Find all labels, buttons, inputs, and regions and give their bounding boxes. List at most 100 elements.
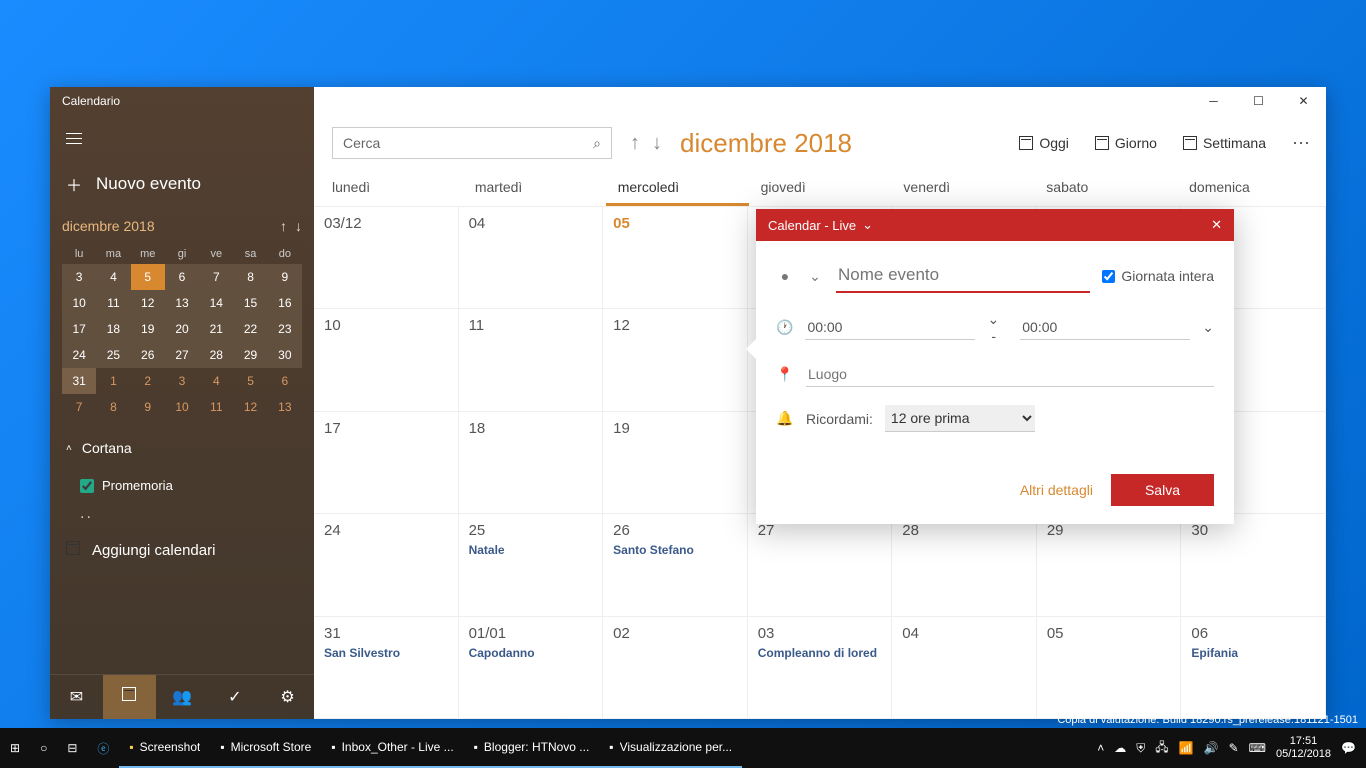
- tray-security-icon[interactable]: ⛨: [1136, 741, 1145, 756]
- mini-day[interactable]: 4: [96, 264, 130, 290]
- reminder-select[interactable]: 12 ore prima: [885, 405, 1035, 432]
- mini-day[interactable]: 8: [233, 264, 267, 290]
- end-time-input[interactable]: [1020, 315, 1190, 340]
- event-name-input[interactable]: [836, 259, 1090, 293]
- mini-day[interactable]: 9: [131, 394, 165, 420]
- mini-day[interactable]: 3: [62, 264, 96, 290]
- week-view-button[interactable]: Settimana: [1183, 135, 1266, 151]
- taskbar-item[interactable]: ▪Microsoft Store: [210, 728, 321, 768]
- mini-day[interactable]: 25: [96, 342, 130, 368]
- all-day-checkbox[interactable]: Giornata intera: [1102, 268, 1214, 284]
- notifications-icon[interactable]: 💬: [1341, 741, 1356, 755]
- mini-day[interactable]: 18: [96, 316, 130, 342]
- hamburger-icon[interactable]: [50, 117, 314, 160]
- calendar-cell[interactable]: 19: [603, 412, 748, 514]
- mini-cal-next-icon[interactable]: ↓: [295, 218, 302, 234]
- mini-day[interactable]: 12: [131, 290, 165, 316]
- mini-day[interactable]: 11: [96, 290, 130, 316]
- maximize-button[interactable]: ☐: [1236, 86, 1281, 116]
- settings-icon[interactable]: ⚙: [261, 675, 314, 719]
- calendar-cell[interactable]: 28: [892, 514, 1037, 616]
- mini-day[interactable]: 10: [165, 394, 199, 420]
- calendar-cell[interactable]: 04: [459, 207, 604, 309]
- mini-day[interactable]: 16: [268, 290, 302, 316]
- mini-day[interactable]: 17: [62, 316, 96, 342]
- calendar-cell[interactable]: 24: [314, 514, 459, 616]
- cortana-button[interactable]: ○: [30, 728, 57, 768]
- calendar-cell[interactable]: 30: [1181, 514, 1326, 616]
- day-view-button[interactable]: Giorno: [1095, 135, 1157, 151]
- mini-day[interactable]: 23: [268, 316, 302, 342]
- clock[interactable]: 17:51 05/12/2018: [1276, 735, 1331, 761]
- today-button[interactable]: Oggi: [1019, 135, 1069, 151]
- mail-icon[interactable]: ✉: [50, 675, 103, 719]
- mini-day[interactable]: 6: [268, 368, 302, 394]
- mini-day[interactable]: 30: [268, 342, 302, 368]
- search-input[interactable]: Cerca ⌕: [332, 127, 612, 159]
- calendar-cell[interactable]: 18: [459, 412, 604, 514]
- mini-day[interactable]: 27: [165, 342, 199, 368]
- calendar-cell[interactable]: 27: [748, 514, 893, 616]
- mini-day[interactable]: 8: [96, 394, 130, 420]
- calendar-cell[interactable]: 25Natale: [459, 514, 604, 616]
- mini-day[interactable]: 20: [165, 316, 199, 342]
- calendar-cell[interactable]: 06Epifania: [1181, 617, 1326, 719]
- calendar-cell[interactable]: 12: [603, 309, 748, 411]
- tray-network-icon[interactable]: 🖧: [1155, 738, 1168, 759]
- calendar-icon[interactable]: [103, 675, 156, 719]
- taskbar-item[interactable]: ▪Visualizzazione per...: [599, 728, 742, 768]
- mini-day[interactable]: 9: [268, 264, 302, 290]
- mini-day[interactable]: 19: [131, 316, 165, 342]
- mini-day[interactable]: 29: [233, 342, 267, 368]
- taskbar-item[interactable]: ▪Inbox_Other - Live ...: [321, 728, 463, 768]
- calendar-cell[interactable]: 01/01Capodanno: [459, 617, 604, 719]
- calendar-cell[interactable]: 02: [603, 617, 748, 719]
- calendar-cell[interactable]: 31San Silvestro: [314, 617, 459, 719]
- cortana-section[interactable]: ˄ Cortana: [50, 426, 314, 470]
- mini-day[interactable]: 6: [165, 264, 199, 290]
- mini-day[interactable]: 3: [165, 368, 199, 394]
- more-details-link[interactable]: Altri dettagli: [1020, 482, 1093, 498]
- tray-volume-icon[interactable]: 🔊: [1204, 741, 1219, 755]
- mini-day[interactable]: 4: [199, 368, 233, 394]
- start-button[interactable]: ⊞: [0, 728, 30, 768]
- mini-day[interactable]: 28: [199, 342, 233, 368]
- location-input[interactable]: [806, 362, 1214, 387]
- close-button[interactable]: ✕: [1281, 86, 1326, 116]
- calendar-cell[interactable]: 29: [1037, 514, 1182, 616]
- tray-onedrive-icon[interactable]: ☁: [1114, 741, 1126, 755]
- next-month-icon[interactable]: ↓: [652, 132, 662, 155]
- add-calendars-button[interactable]: Aggiungi calendari: [50, 527, 314, 573]
- tray-up-icon[interactable]: ˄: [1097, 741, 1104, 755]
- mini-day[interactable]: 15: [233, 290, 267, 316]
- mini-day[interactable]: 21: [199, 316, 233, 342]
- calendar-cell[interactable]: 05: [603, 207, 748, 309]
- todo-icon[interactable]: ✓: [208, 675, 261, 719]
- mini-day[interactable]: 26: [131, 342, 165, 368]
- mini-day[interactable]: 11: [199, 394, 233, 420]
- mini-day[interactable]: 13: [268, 394, 302, 420]
- prev-month-icon[interactable]: ↑: [630, 132, 640, 155]
- calendar-cell[interactable]: 26Santo Stefano: [603, 514, 748, 616]
- mini-day[interactable]: 31: [62, 368, 96, 394]
- calendar-cell[interactable]: 17: [314, 412, 459, 514]
- mini-day[interactable]: 24: [62, 342, 96, 368]
- mini-day[interactable]: 10: [62, 290, 96, 316]
- calendar-cell[interactable]: 03/12: [314, 207, 459, 309]
- edge-icon[interactable]: ⓔ: [87, 728, 119, 768]
- task-view-button[interactable]: ⊟: [57, 728, 87, 768]
- mini-day[interactable]: 7: [199, 264, 233, 290]
- promemoria-checkbox[interactable]: Promemoria: [50, 470, 314, 501]
- calendar-cell[interactable]: 03Compleanno di lored: [748, 617, 893, 719]
- people-icon[interactable]: 👥: [156, 675, 209, 719]
- tray-pen-icon[interactable]: ✎: [1229, 741, 1239, 755]
- save-button[interactable]: Salva: [1111, 474, 1214, 506]
- mini-day[interactable]: 1: [96, 368, 130, 394]
- promemoria-input[interactable]: [80, 479, 94, 493]
- mini-day[interactable]: 12: [233, 394, 267, 420]
- mini-day[interactable]: 14: [199, 290, 233, 316]
- tray-keyboard-icon[interactable]: ⌨: [1249, 741, 1266, 755]
- calendar-cell[interactable]: 10: [314, 309, 459, 411]
- mini-day[interactable]: 7: [62, 394, 96, 420]
- mini-day[interactable]: 2: [131, 368, 165, 394]
